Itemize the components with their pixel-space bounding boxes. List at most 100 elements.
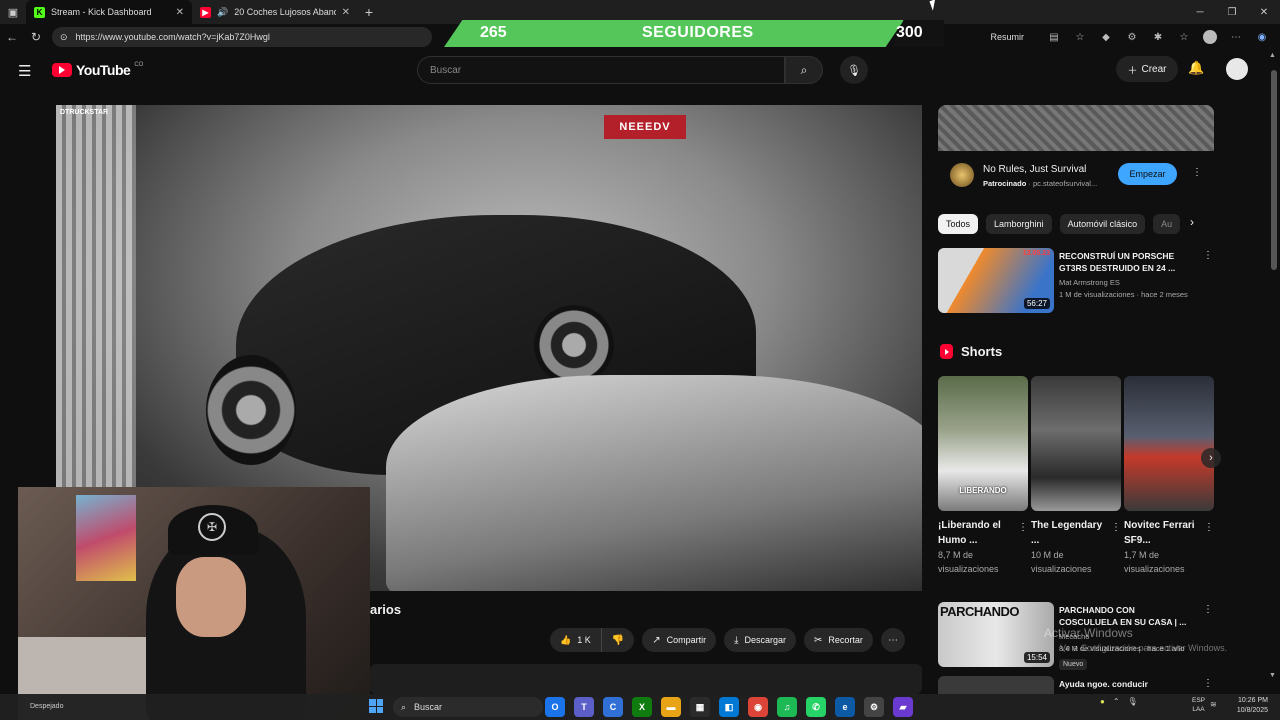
browser-tab-kick[interactable]: K Stream - Kick Dashboard ✕ — [26, 0, 192, 24]
channel-name[interactable]: Mat Armstrong ES — [1059, 278, 1120, 287]
video-title[interactable]: PARCHANDO CON COSCULUELA EN SU CASA | ..… — [1059, 604, 1195, 628]
reload-icon[interactable]: ↻ — [24, 24, 48, 50]
chevron-up-icon[interactable]: ⌃ — [1113, 697, 1120, 706]
short-title[interactable]: ¡Liberando el Humo ... — [938, 518, 1016, 548]
obs-icon[interactable]: ▰ — [893, 697, 913, 717]
short-menu-icon[interactable]: ⋮ — [1018, 522, 1028, 533]
short-menu-icon[interactable]: ⋮ — [1111, 522, 1121, 533]
settings-icon[interactable]: ⚙ — [1122, 27, 1142, 47]
description-box[interactable] — [370, 664, 922, 694]
tab-actions-icon[interactable]: ▣ — [0, 0, 26, 24]
notifications-bell-icon[interactable]: 🔔 — [1188, 60, 1204, 76]
spotify-icon[interactable]: ♫ — [777, 697, 797, 717]
settings-app-icon[interactable]: ⚙ — [864, 697, 884, 717]
teams-icon[interactable]: T — [574, 697, 594, 717]
clip-button[interactable]: ✂ Recortar — [804, 628, 873, 652]
chip-lamborghini[interactable]: Lamborghini — [986, 214, 1052, 234]
voice-search-icon[interactable]: 🎙 — [840, 56, 868, 84]
speaker-icon[interactable]: 🔊 — [217, 7, 228, 18]
short-card[interactable]: The Legendary ... 10 M de visualizacione… — [1031, 376, 1121, 576]
short-menu-icon[interactable]: ⋮ — [1204, 522, 1214, 533]
short-thumbnail[interactable]: LIBERANDO — [938, 376, 1028, 511]
weather-widget[interactable]: Despejado — [30, 703, 63, 710]
tray-app-icon[interactable]: ● — [1100, 697, 1105, 706]
search-input[interactable]: Buscar — [417, 56, 785, 84]
ad-menu-icon[interactable]: ⋮ — [1192, 167, 1202, 178]
video-thumbnail[interactable]: PARCHANDO 15:54 — [938, 602, 1054, 667]
youtube-logo[interactable]: YouTube CO — [52, 62, 143, 78]
short-title[interactable]: Novitec Ferrari SF9... — [1124, 518, 1202, 548]
create-button[interactable]: ＋ Crear — [1116, 56, 1178, 82]
recommended-video[interactable]: Ayuda ngoe. conducir ⋮ — [938, 676, 1214, 694]
xbox-icon[interactable]: X — [632, 697, 652, 717]
extension-icon[interactable]: ◆ — [1096, 27, 1116, 47]
menu-dots-icon[interactable]: ⋯ — [1226, 27, 1246, 47]
search-button[interactable]: ⌕ — [785, 56, 823, 84]
scroll-down-icon[interactable]: ▼ — [1269, 672, 1276, 679]
taskbar-clock[interactable]: 10:26 PM 10/8/2025 — [1228, 696, 1268, 716]
short-card[interactable]: LIBERANDO ¡Liberando el Humo ... 8,7 M d… — [938, 376, 1028, 576]
chevron-right-icon[interactable]: › — [1190, 215, 1194, 229]
video-menu-icon[interactable]: ⋮ — [1203, 678, 1213, 689]
windows-start-icon[interactable] — [369, 699, 383, 713]
dislike-button[interactable]: 👎 — [602, 628, 634, 652]
more-actions-icon[interactable]: ⋯ — [880, 628, 905, 652]
chrome-icon[interactable]: ◉ — [748, 697, 768, 717]
back-icon[interactable]: ← — [0, 24, 24, 50]
scrollbar-thumb[interactable] — [1271, 70, 1277, 270]
taskbar-search[interactable]: ⌕ Buscar — [393, 697, 543, 717]
keyboard-layout: LAA — [1192, 706, 1205, 713]
wifi-icon[interactable]: ≋ — [1210, 700, 1217, 709]
video-menu-icon[interactable]: ⋮ — [1203, 250, 1213, 261]
clock-date: 10/8/2025 — [1236, 707, 1268, 714]
share-button[interactable]: ↗ Compartir — [642, 628, 717, 652]
minimize-icon[interactable]: ─ — [1184, 0, 1216, 24]
short-thumbnail[interactable] — [1124, 376, 1214, 511]
video-thumbnail[interactable] — [938, 676, 1054, 694]
download-button[interactable]: ⤓ Descargar — [724, 628, 797, 652]
new-tab-button[interactable]: + — [358, 4, 380, 20]
mic-tray-icon[interactable]: 🎙 — [1128, 697, 1138, 706]
resumir-button[interactable]: Resumir — [990, 32, 1024, 42]
favorite-star-icon[interactable]: ☆ — [1070, 27, 1090, 47]
short-card[interactable]: Novitec Ferrari SF9... 1,7 M de visualiz… — [1124, 376, 1214, 576]
shorts-next-icon[interactable]: › — [1201, 448, 1221, 468]
chip-au[interactable]: Au — [1153, 214, 1181, 234]
close-tab-icon[interactable]: ✕ — [342, 7, 350, 18]
close-tab-icon[interactable]: ✕ — [176, 7, 184, 18]
like-button[interactable]: 👍 1 K — [550, 628, 602, 652]
recommended-video[interactable]: 13.05.23 56:27 RECONSTRUÍ UN PORSCHE GT3… — [938, 248, 1214, 314]
whatsapp-icon[interactable]: ✆ — [806, 697, 826, 717]
browser-tab-youtube[interactable]: ▶ 🔊 20 Coches Lujosos Abandon ✕ — [192, 0, 358, 24]
video-menu-icon[interactable]: ⋮ — [1203, 604, 1213, 615]
close-window-icon[interactable]: ✕ — [1248, 0, 1280, 24]
short-thumbnail[interactable] — [1031, 376, 1121, 511]
short-title[interactable]: The Legendary ... — [1031, 518, 1109, 548]
edge-icon[interactable]: e — [835, 697, 855, 717]
outlook-icon[interactable]: O — [545, 697, 565, 717]
scroll-up-icon[interactable]: ▲ — [1269, 52, 1276, 59]
site-info-icon[interactable]: ⊙ — [60, 32, 68, 43]
url-field[interactable]: ⊙ https://www.youtube.com/watch?v=jKab7Z… — [52, 27, 432, 47]
puzzle-icon[interactable]: ✱ — [1148, 27, 1168, 47]
search-icon: ⌕ — [800, 62, 808, 77]
store-icon[interactable]: ▦ — [690, 697, 710, 717]
language-indicator[interactable]: ESP LAA — [1192, 696, 1205, 714]
photos-icon[interactable]: ◧ — [719, 697, 739, 717]
hamburger-menu-icon[interactable]: ☰ — [18, 62, 31, 80]
chip-todos[interactable]: Todos — [938, 214, 979, 234]
file-explorer-icon[interactable]: ▬ — [661, 697, 681, 717]
profile-icon[interactable] — [1200, 27, 1220, 47]
copilot-app-icon[interactable]: C — [603, 697, 623, 717]
collections-icon[interactable]: ☆ — [1174, 27, 1194, 47]
sponsored-ad[interactable]: No Rules, Just Survival Patrocinado · pc… — [938, 105, 1214, 197]
video-title[interactable]: RECONSTRUÍ UN PORSCHE GT3RS DESTRUIDO EN… — [1059, 250, 1195, 274]
ad-cta-button[interactable]: Empezar — [1118, 163, 1177, 185]
video-thumbnail[interactable]: 13.05.23 56:27 — [938, 248, 1054, 313]
chip-automovil-clasico[interactable]: Automóvil clásico — [1059, 214, 1146, 234]
copilot-icon[interactable]: ◉ — [1252, 27, 1272, 47]
video-title[interactable]: Ayuda ngoe. conducir — [1059, 678, 1195, 690]
maximize-icon[interactable]: ❐ — [1216, 0, 1248, 24]
account-avatar[interactable] — [1226, 58, 1248, 80]
reader-icon[interactable]: ▤ — [1044, 27, 1064, 47]
